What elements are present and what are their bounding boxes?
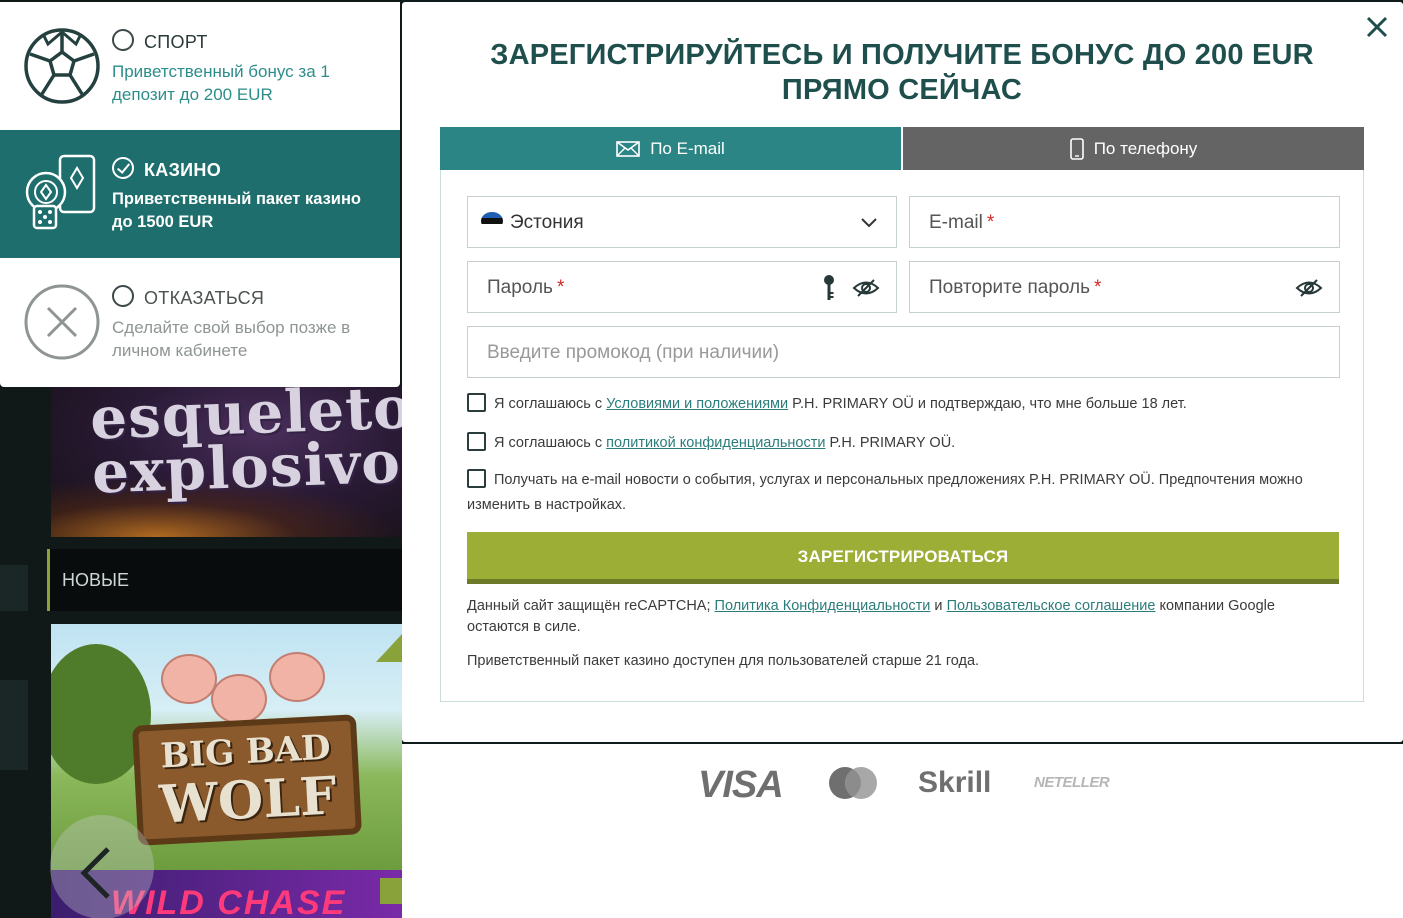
email-placeholder: E-mail * xyxy=(929,212,994,234)
envelope-icon xyxy=(616,140,641,157)
eye-hidden-icon[interactable] xyxy=(852,278,880,298)
registration-tabs: По E-mail По телефону xyxy=(440,127,1364,170)
password-placeholder: Пароль * xyxy=(487,277,564,299)
close-icon[interactable] xyxy=(1364,14,1390,40)
bonus-option-casino[interactable]: КАЗИНО Приветственный пакет казино до 15… xyxy=(0,130,400,258)
google-terms-link[interactable]: Пользовательское соглашение xyxy=(947,598,1156,614)
phone-icon xyxy=(1069,137,1084,160)
privacy-text-suffix: P.H. PRIMARY OÜ. xyxy=(825,435,956,451)
repeat-password-field[interactable]: Повторите пароль * xyxy=(909,261,1340,313)
bonus-option-title: ОТКАЗАТЬСЯ xyxy=(144,288,265,308)
pig-art xyxy=(161,654,217,704)
news-checkbox[interactable] xyxy=(467,469,486,488)
terms-checkbox[interactable] xyxy=(467,393,486,412)
decline-radio[interactable] xyxy=(112,285,134,307)
required-mark: * xyxy=(556,277,565,298)
country-value: Эстония xyxy=(510,212,584,233)
registration-form: Эстония E-mail * Пароль * Повторите паро… xyxy=(440,170,1364,702)
bonus-option-title: КАЗИНО xyxy=(144,160,221,180)
skrill-logo: Skrill xyxy=(918,766,992,799)
bonus-option-sport[interactable]: СПОРТ Приветственный бонус за 1 депозит … xyxy=(0,2,400,130)
tile-badge xyxy=(380,878,402,904)
carousel-prev-button[interactable] xyxy=(50,815,154,918)
terms-text: Я соглашаюсь с xyxy=(494,396,607,412)
age-note: Приветственный пакет казино доступен для… xyxy=(467,653,980,669)
required-mark: * xyxy=(1094,277,1102,298)
register-button[interactable]: ЗАРЕГИСТРИРОВАТЬСЯ xyxy=(467,532,1339,584)
estonia-flag-icon xyxy=(481,212,503,230)
email-field[interactable]: E-mail * xyxy=(909,196,1340,248)
side-strip xyxy=(0,565,28,611)
bonus-selector: СПОРТ Приветственный бонус за 1 депозит … xyxy=(0,2,400,387)
casino-chips-icon xyxy=(25,154,96,230)
game-tile-esqueleto[interactable]: esqueleto explosivo xyxy=(51,386,402,537)
promo-code-field[interactable]: Введите промокод (при наличии) xyxy=(467,326,1340,378)
side-strip xyxy=(0,680,28,770)
tab-email-label: По E-mail xyxy=(650,138,725,158)
privacy-checkbox[interactable] xyxy=(467,432,486,451)
tab-email[interactable]: По E-mail xyxy=(440,127,901,170)
neteller-logo: NETELLER xyxy=(1034,774,1110,791)
privacy-text: Я соглашаюсь с xyxy=(494,435,607,451)
bonus-option-description: Приветственный пакет казино до 1500 EUR xyxy=(112,190,361,231)
modal-title: ЗАРЕГИСТРИРУЙТЕСЬ И ПОЛУЧИТЕ БОНУС ДО 20… xyxy=(490,39,1314,106)
eye-hidden-icon[interactable] xyxy=(1295,278,1323,298)
casino-radio-checked[interactable] xyxy=(112,157,134,179)
news-consent: Получать на e-mail новости о события, ус… xyxy=(467,468,1347,518)
visa-logo: VISA xyxy=(698,764,784,806)
recaptcha-notice: Данный сайт защищён reCAPTCHA; Политика … xyxy=(467,596,1339,638)
bonus-option-decline[interactable]: ОТКАЗАТЬСЯ Сделайте свой выбор позже в л… xyxy=(0,258,400,386)
chevron-down-icon xyxy=(861,218,877,228)
repeat-password-placeholder-text: Повторите пароль xyxy=(929,277,1091,298)
key-icon[interactable] xyxy=(822,274,836,302)
pig-art xyxy=(211,674,267,724)
payment-methods: VISA Skrill NETELLER xyxy=(402,744,1403,918)
password-field[interactable]: Пароль * xyxy=(467,261,897,313)
recaptcha-text: Данный сайт защищён reCAPTCHA; xyxy=(467,598,715,614)
privacy-consent: Я соглашаюсь с политикой конфиденциально… xyxy=(467,431,1347,456)
promo-placeholder: Введите промокод (при наличии) xyxy=(487,342,780,363)
chevron-left-icon xyxy=(80,847,110,899)
section-new[interactable]: НОВЫЕ xyxy=(47,549,402,611)
recaptcha-text-and: и xyxy=(930,598,947,614)
terms-link[interactable]: Условиями и положениями xyxy=(606,396,788,412)
sport-radio[interactable] xyxy=(112,29,134,51)
privacy-link[interactable]: политикой конфиденциальности xyxy=(606,435,825,451)
decline-x-icon xyxy=(24,284,100,360)
soccer-ball-icon xyxy=(24,28,100,104)
bonus-option-description: Сделайте свой выбор позже в личном кабин… xyxy=(112,318,351,360)
tab-phone-label: По телефону xyxy=(1093,138,1198,158)
mastercard-logo xyxy=(829,767,877,799)
terms-text-suffix: P.H. PRIMARY OÜ и подтверждаю, что мне б… xyxy=(788,396,1187,412)
game-tile-title: esqueleto explosivo xyxy=(88,386,402,507)
bonus-option-title: СПОРТ xyxy=(144,32,208,52)
registration-modal: ЗАРЕГИСТРИРУЙТЕСЬ И ПОЛУЧИТЕ БОНУС ДО 20… xyxy=(402,2,1403,742)
terms-consent: Я соглашаюсь с Условиями и положениями P… xyxy=(467,392,1347,417)
game-logo-line2: WOLF xyxy=(158,765,339,836)
required-mark: * xyxy=(986,212,995,233)
section-new-label: НОВЫЕ xyxy=(62,570,129,590)
repeat-password-placeholder: Повторите пароль * xyxy=(929,277,1101,299)
game-logo-sign: BIG BAD WOLF xyxy=(132,714,362,846)
country-select[interactable]: Эстония xyxy=(467,196,897,248)
google-privacy-link[interactable]: Политика Конфиденциальности xyxy=(715,598,931,614)
pig-art xyxy=(269,652,325,702)
password-placeholder-text: Пароль xyxy=(487,277,553,298)
tab-phone[interactable]: По телефону xyxy=(903,127,1364,170)
news-text: Получать на e-mail новости о события, ус… xyxy=(467,472,1303,513)
bonus-option-description: Приветственный бонус за 1 депозит до 200… xyxy=(112,62,330,104)
email-placeholder-text: E-mail xyxy=(929,212,983,233)
